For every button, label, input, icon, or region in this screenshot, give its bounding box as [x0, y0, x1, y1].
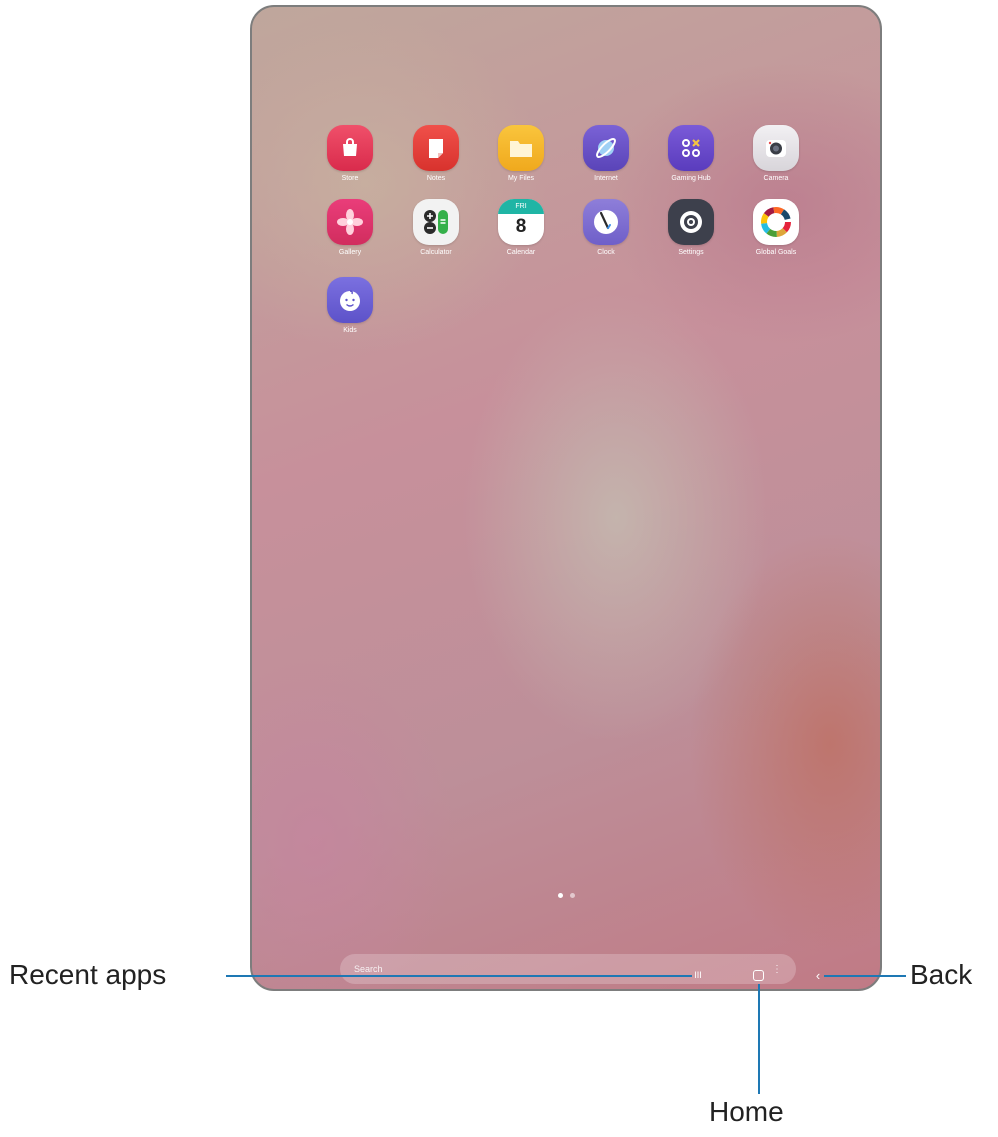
- recent-apps-callout-line: [226, 975, 692, 977]
- app-label: Gallery: [338, 249, 362, 256]
- app-camera[interactable]: Camera: [740, 125, 812, 182]
- app-gallery[interactable]: Gallery: [314, 199, 386, 256]
- search-input[interactable]: Search: [354, 964, 383, 974]
- app-label: Store: [341, 175, 359, 182]
- calendar-date: 8: [515, 216, 527, 237]
- camera-icon: [753, 125, 799, 171]
- app-label: Internet: [594, 175, 618, 182]
- app-clock[interactable]: Clock: [570, 199, 642, 256]
- app-internet[interactable]: Internet: [570, 125, 642, 182]
- home-icon: [752, 969, 764, 981]
- more-options-icon[interactable]: ⋮: [772, 964, 782, 975]
- search-bar[interactable]: Search ⋮: [340, 954, 796, 984]
- app-global-goals[interactable]: Global Goals: [740, 199, 812, 256]
- app-label: Kids: [343, 327, 357, 334]
- app-label: Gaming Hub: [671, 175, 711, 182]
- page-dot-2[interactable]: [569, 893, 575, 898]
- app-calculator[interactable]: Calculator: [400, 199, 472, 256]
- app-store[interactable]: Store: [314, 125, 386, 182]
- recent-apps-callout: Recent apps: [9, 959, 167, 990]
- clock-icon: [583, 199, 629, 245]
- app-label: Settings: [678, 249, 704, 256]
- calendar-day: FRI: [498, 199, 544, 214]
- recent-apps-icon: III: [694, 970, 702, 980]
- gallery-icon: [327, 199, 373, 245]
- internet-icon: [583, 125, 629, 171]
- app-label: Calculator: [420, 249, 452, 256]
- kids-icon: [327, 277, 373, 323]
- global-goals-icon: [753, 199, 799, 245]
- store-icon: [327, 125, 373, 171]
- tablet-screen: Store Notes My Files Internet Gaming Hub: [250, 5, 882, 991]
- notes-icon: [413, 125, 459, 171]
- settings-icon: [668, 199, 714, 245]
- app-label: Notes: [426, 175, 446, 182]
- gaming-hub-icon: [668, 125, 714, 171]
- home-callout: Home: [709, 1096, 784, 1127]
- app-calendar[interactable]: FRI 8 Calendar: [485, 199, 557, 256]
- calendar-icon: FRI 8: [498, 199, 544, 245]
- app-label: Calendar: [506, 249, 536, 256]
- page-indicator: [252, 893, 880, 898]
- calculator-icon: [413, 199, 459, 245]
- page-dot-1[interactable]: [557, 893, 563, 898]
- app-settings[interactable]: Settings: [655, 199, 727, 256]
- home-callout-line: [758, 984, 760, 1094]
- app-my-files[interactable]: My Files: [485, 125, 557, 182]
- back-callout-line: [824, 975, 906, 977]
- app-gaming-hub[interactable]: Gaming Hub: [655, 125, 727, 182]
- app-label: Global Goals: [755, 249, 797, 256]
- app-grid: Store Notes My Files Internet Gaming Hub: [252, 7, 880, 989]
- app-label: Clock: [597, 249, 615, 256]
- app-label: Camera: [763, 175, 789, 182]
- app-label: My Files: [507, 175, 535, 182]
- back-icon: ‹: [815, 967, 821, 983]
- app-kids[interactable]: Kids: [314, 277, 386, 334]
- app-notes[interactable]: Notes: [400, 125, 472, 182]
- my-files-icon: [498, 125, 544, 171]
- back-callout: Back: [910, 959, 973, 990]
